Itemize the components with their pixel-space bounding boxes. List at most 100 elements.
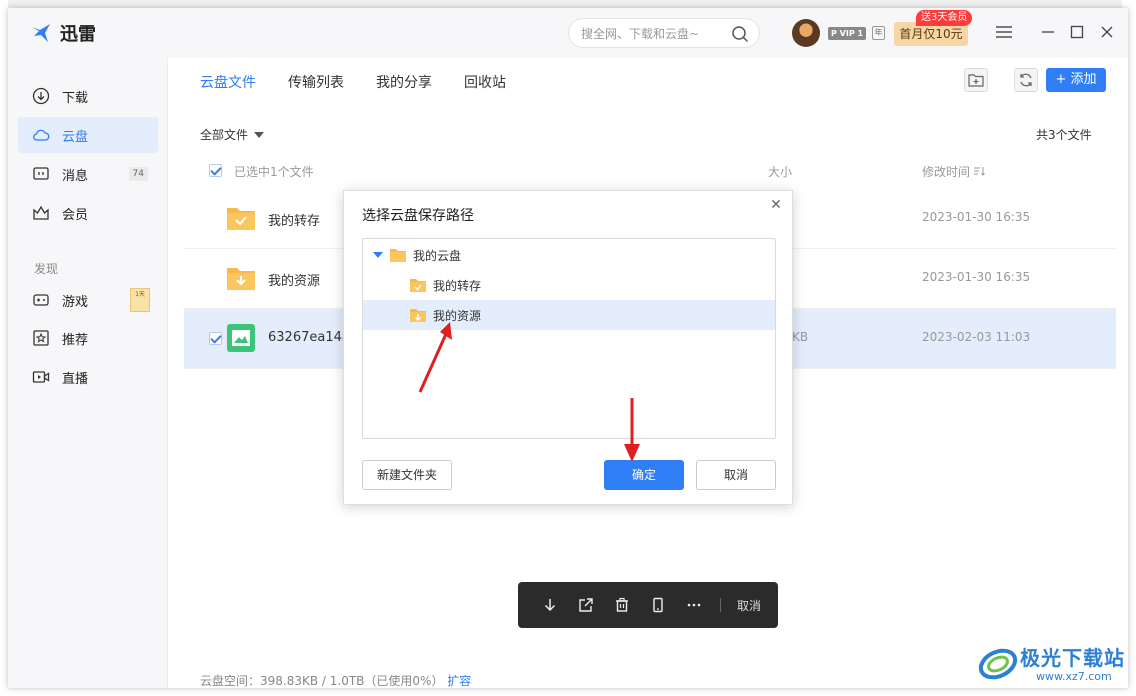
sidebar-item-label: 消息 xyxy=(62,168,89,184)
background-bottom xyxy=(0,688,1136,696)
refresh-icon xyxy=(1020,73,1032,87)
minimize-icon[interactable] xyxy=(1038,22,1058,42)
app-window: 迅雷 搜全网、下载和云盘~ P VIP 1 年 首月仅10元 送3天会员 下载 … xyxy=(8,8,1128,688)
expand-storage-link[interactable]: 扩容 xyxy=(447,674,471,688)
file-list-header: 已选中1个文件 大小 修改时间 xyxy=(200,162,1100,182)
row-checkbox[interactable] xyxy=(209,332,222,345)
tree-node-label: 我的云盘 xyxy=(413,248,462,263)
menu-icon[interactable] xyxy=(994,22,1014,42)
tab-my-shares[interactable]: 我的分享 xyxy=(376,72,432,92)
search-placeholder: 搜全网、下载和云盘~ xyxy=(581,26,700,41)
delete-icon[interactable] xyxy=(612,595,632,615)
gamepad-icon xyxy=(33,294,49,306)
add-button[interactable]: + 添加 xyxy=(1046,68,1106,92)
share-icon[interactable] xyxy=(576,595,596,615)
app-title: 迅雷 xyxy=(60,24,96,45)
close-icon[interactable]: ✕ xyxy=(768,197,784,213)
selection-toolbar: 取消 xyxy=(518,582,778,628)
search-input[interactable]: 搜全网、下载和云盘~ xyxy=(568,18,760,48)
more-icon[interactable] xyxy=(684,595,704,615)
watermark-text: 极光下载站 xyxy=(1020,646,1125,670)
sidebar: 下载 云盘 消息 74 会员 发现 游戏 1天 推荐 直播 xyxy=(8,58,168,688)
folder-transfer-icon xyxy=(410,279,426,292)
file-name: 我的资源 xyxy=(268,274,321,289)
tab-transfer-list[interactable]: 传输列表 xyxy=(288,72,344,92)
sidebar-item-games[interactable]: 游戏 1天 xyxy=(18,282,158,318)
star-icon xyxy=(33,330,49,346)
sidebar-item-recommend[interactable]: 推荐 xyxy=(18,320,158,356)
toolbar-divider xyxy=(720,598,721,612)
game-promo-badge: 1天 xyxy=(130,288,150,312)
new-folder-button[interactable] xyxy=(964,68,988,92)
file-date: 2023-02-03 11:03 xyxy=(922,330,1031,344)
maximize-icon[interactable] xyxy=(1067,22,1087,42)
file-date: 2023-01-30 16:35 xyxy=(922,210,1031,224)
column-modified-label: 修改时间 xyxy=(922,165,971,179)
sort-icon xyxy=(973,167,985,176)
watermark-url: www.xz7.com xyxy=(1036,670,1112,683)
promo-tag: 送3天会员 xyxy=(916,10,973,26)
annotation-arrow-icon xyxy=(418,322,452,393)
select-all-checkbox[interactable] xyxy=(209,164,222,177)
cloud-icon xyxy=(33,129,50,141)
close-icon[interactable] xyxy=(1097,22,1117,42)
phone-icon[interactable] xyxy=(648,595,668,615)
sidebar-item-label: 游戏 xyxy=(62,294,89,310)
file-count: 共3个文件 xyxy=(1036,128,1092,142)
download-icon xyxy=(32,87,50,105)
app-logo: 迅雷 xyxy=(30,20,96,46)
file-size: KB xyxy=(792,330,809,344)
sidebar-item-label: 推荐 xyxy=(62,332,89,348)
image-file-icon xyxy=(227,324,255,352)
file-name: 63267ea14a xyxy=(268,330,350,345)
new-folder-button[interactable]: 新建文件夹 xyxy=(362,460,452,490)
tab-recycle-bin[interactable]: 回收站 xyxy=(464,72,506,92)
toolbar-cancel-button[interactable]: 取消 xyxy=(737,597,761,614)
file-name: 我的转存 xyxy=(268,214,321,229)
download-icon[interactable] xyxy=(540,595,560,615)
xunlei-bird-icon xyxy=(32,24,50,42)
avatar[interactable] xyxy=(792,19,820,47)
storage-usage: 云盘空间：398.83KB / 1.0TB（已使用0%） xyxy=(200,674,444,688)
selection-count: 已选中1个文件 xyxy=(234,165,314,179)
refresh-button[interactable] xyxy=(1014,68,1038,92)
sidebar-item-label: 下载 xyxy=(62,90,89,106)
sidebar-item-label: 云盘 xyxy=(62,129,89,145)
folder-add-icon xyxy=(968,74,984,87)
search-icon[interactable] xyxy=(731,25,749,43)
live-icon xyxy=(32,371,50,383)
tree-node-label: 我的转存 xyxy=(433,278,482,293)
caret-down-icon[interactable] xyxy=(373,252,383,258)
year-badge: 年 xyxy=(872,26,885,40)
crown-icon xyxy=(33,205,49,220)
filter-dropdown[interactable]: 全部文件 xyxy=(200,126,265,143)
sidebar-item-label: 会员 xyxy=(62,207,89,223)
message-icon xyxy=(33,167,49,180)
sidebar-item-cloud[interactable]: 云盘 xyxy=(18,117,158,153)
tree-node-transfer[interactable]: 我的转存 xyxy=(363,270,775,300)
tree-node-root[interactable]: 我的云盘 xyxy=(363,240,775,270)
sidebar-item-messages[interactable]: 消息 74 xyxy=(18,156,158,192)
sidebar-item-live[interactable]: 直播 xyxy=(18,359,158,395)
confirm-button[interactable]: 确定 xyxy=(604,460,684,490)
folder-transfer-icon xyxy=(227,208,255,230)
folder-icon xyxy=(390,249,406,262)
vip-badge: P VIP 1 xyxy=(828,27,867,40)
column-size[interactable]: 大小 xyxy=(768,163,792,180)
title-bar: 迅雷 搜全网、下载和云盘~ P VIP 1 年 首月仅10元 送3天会员 xyxy=(8,8,1128,58)
file-date: 2023-01-30 16:35 xyxy=(922,270,1031,284)
annotation-arrow-icon xyxy=(624,398,640,462)
filter-label: 全部文件 xyxy=(200,128,249,142)
dialog-title: 选择云盘保存路径 xyxy=(362,208,474,224)
column-modified[interactable]: 修改时间 xyxy=(922,163,986,180)
tab-cloud-files[interactable]: 云盘文件 xyxy=(200,72,256,92)
sidebar-item-download[interactable]: 下载 xyxy=(18,78,158,114)
cancel-button[interactable]: 取消 xyxy=(696,460,776,490)
folder-resource-icon xyxy=(227,268,255,290)
storage-info: 云盘空间：398.83KB / 1.0TB（已使用0%） 扩容 xyxy=(200,672,471,688)
message-count-badge: 74 xyxy=(128,167,148,181)
sidebar-section-discover: 发现 xyxy=(34,262,59,276)
tab-bar: 云盘文件 传输列表 我的分享 回收站 xyxy=(200,72,506,92)
sidebar-item-vip[interactable]: 会员 xyxy=(18,195,158,231)
sidebar-item-label: 直播 xyxy=(62,371,89,387)
